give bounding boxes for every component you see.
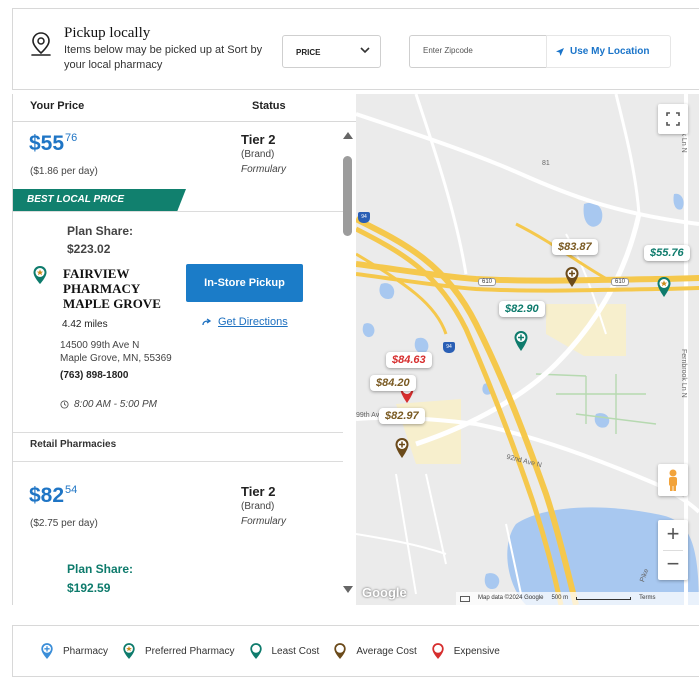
price-bubble[interactable]: $55.76: [644, 245, 690, 261]
pharmacy-address: 14500 99th Ave N Maple Grove, MN, 55369: [60, 339, 172, 365]
tier-label: Tier 2: [241, 484, 276, 499]
map-data-text: Map data ©2024 Google: [478, 595, 544, 601]
legend-item: Least Cost: [249, 642, 320, 660]
address-line2: Maple Grove, MN, 55369: [60, 353, 172, 364]
directions-arrow-icon: [202, 318, 212, 326]
zoom-in-button[interactable]: +: [658, 520, 688, 550]
divider: [13, 432, 343, 433]
price-per-day: ($2.75 per day): [30, 518, 98, 529]
fullscreen-icon: [666, 112, 680, 126]
zipcode-input[interactable]: [409, 35, 546, 68]
brand-label: (Brand): [241, 149, 275, 160]
preferred-pharmacy-icon: [123, 643, 135, 659]
pickup-title: Pickup locally: [64, 25, 151, 41]
brand-label: (Brand): [241, 501, 275, 512]
pharmacy-list[interactable]: Your Price Status $5576 ($1.86 per day) …: [12, 94, 356, 605]
legend-item: Expensive: [431, 642, 500, 660]
terms-link[interactable]: Terms: [639, 592, 655, 605]
legend-label: Average Cost: [356, 645, 417, 657]
google-logo: Google: [362, 585, 407, 600]
sort-value: PRICE: [296, 48, 321, 57]
pharmacy-hours: 8:00 AM - 5:00 PM: [60, 399, 157, 410]
price-per-day: ($1.86 per day): [30, 166, 98, 177]
legend-item: Average Cost: [333, 642, 417, 660]
legend-label: Expensive: [453, 645, 500, 657]
price-bubble[interactable]: $84.20: [370, 375, 416, 391]
preferred-pharmacy-icon: [33, 266, 47, 284]
legend-label: Preferred Pharmacy: [145, 645, 235, 657]
address-line1: 14500 99th Ave N: [60, 340, 140, 351]
hours-text: 8:00 AM - 5:00 PM: [74, 399, 157, 410]
scroll-down-arrow[interactable]: [343, 586, 353, 593]
average-cost-marker-icon[interactable]: [394, 437, 410, 459]
plan-share-value: $223.02: [67, 242, 111, 256]
col-your-price: Your Price: [30, 100, 85, 112]
average-cost-marker-icon[interactable]: [564, 266, 580, 288]
scroll-up-arrow[interactable]: [343, 132, 353, 139]
in-store-pickup-button[interactable]: In-Store Pickup: [186, 264, 303, 302]
road-label: Fernbrook Ln N: [680, 349, 687, 398]
map-legend: Pharmacy Preferred Pharmacy Least Cost A…: [12, 625, 699, 677]
clock-icon: [60, 400, 69, 409]
expensive-icon: [432, 643, 444, 659]
use-my-location-label: Use My Location: [570, 46, 650, 57]
plan-share-label: Plan Share:: [67, 224, 134, 238]
zoom-controls: + −: [658, 520, 688, 580]
plan-share-label: Plan Share:: [67, 562, 134, 576]
location-pin-icon: [31, 32, 51, 56]
col-status: Status: [252, 100, 286, 112]
highway-shield: 610: [478, 278, 497, 286]
pickup-header: Pickup locally Items below may be picked…: [12, 8, 699, 90]
use-my-location-button[interactable]: Use My Location: [546, 35, 671, 68]
pegman-icon: [669, 469, 677, 491]
pharmacy-icon: [41, 643, 53, 659]
plan-share-value: $192.59: [67, 581, 111, 595]
pharmacy-phone: (763) 898-1800: [60, 370, 129, 381]
price-bubble[interactable]: $82.90: [499, 301, 545, 317]
least-cost-icon: [249, 643, 262, 659]
divider: [13, 211, 343, 212]
sort-select[interactable]: PRICE: [282, 35, 381, 68]
legend-label: Pharmacy: [63, 645, 109, 657]
average-cost-icon: [334, 643, 346, 659]
pharmacy-name: FAIRVIEW PHARMACY MAPLE GROVE: [63, 266, 161, 311]
chevron-down-icon: [360, 47, 370, 54]
retail-pharmacies-heading: Retail Pharmacies: [30, 439, 117, 450]
list-scrollbar[interactable]: [339, 122, 356, 605]
pickup-subtitle: Items below may be picked up at Sort by …: [64, 44, 263, 71]
map-scale: 500 m: [551, 595, 569, 601]
legend-label: Least Cost: [271, 645, 320, 657]
distance: 4.42 miles: [62, 319, 108, 330]
price-value: $5576: [29, 132, 78, 155]
interstate-shield: 94: [443, 342, 455, 353]
get-directions-label: Get Directions: [218, 316, 288, 328]
highway-shield: 610: [611, 278, 630, 286]
zoom-out-button[interactable]: −: [658, 550, 688, 580]
tier-label: Tier 2: [241, 132, 276, 147]
fullscreen-button[interactable]: [658, 104, 688, 134]
price-bubble[interactable]: $83.87: [552, 239, 598, 255]
divider: [13, 461, 343, 462]
best-local-price-badge: BEST LOCAL PRICE: [13, 189, 186, 211]
interstate-shield: 94: [358, 212, 370, 223]
legend-item: Preferred Pharmacy: [122, 642, 235, 660]
preferred-pharmacy-marker-icon[interactable]: [656, 276, 672, 298]
navigation-arrow-icon: [556, 47, 564, 56]
street-view-pegman[interactable]: [658, 464, 688, 496]
formulary-label: Formulary: [241, 516, 287, 527]
scale-bar: [576, 597, 632, 600]
price-value: $8254: [29, 484, 78, 507]
map[interactable]: 81 610 610 94 94 99th Ave N 92nd Ave N F…: [356, 94, 699, 605]
formulary-label: Formulary: [241, 164, 287, 175]
list-header: Your Price Status: [13, 94, 356, 122]
map-attribution: Map data ©2024 Google 500 m Terms: [456, 592, 699, 605]
least-cost-marker-icon[interactable]: [513, 330, 529, 352]
get-directions-link[interactable]: Get Directions: [202, 316, 288, 328]
price-bubble[interactable]: $82.97: [379, 408, 425, 424]
legend-item: Pharmacy: [40, 642, 108, 660]
scroll-thumb[interactable]: [343, 156, 352, 236]
keyboard-icon: [460, 595, 470, 602]
road-label: 81: [542, 160, 550, 167]
price-bubble[interactable]: $84.63: [386, 352, 432, 368]
